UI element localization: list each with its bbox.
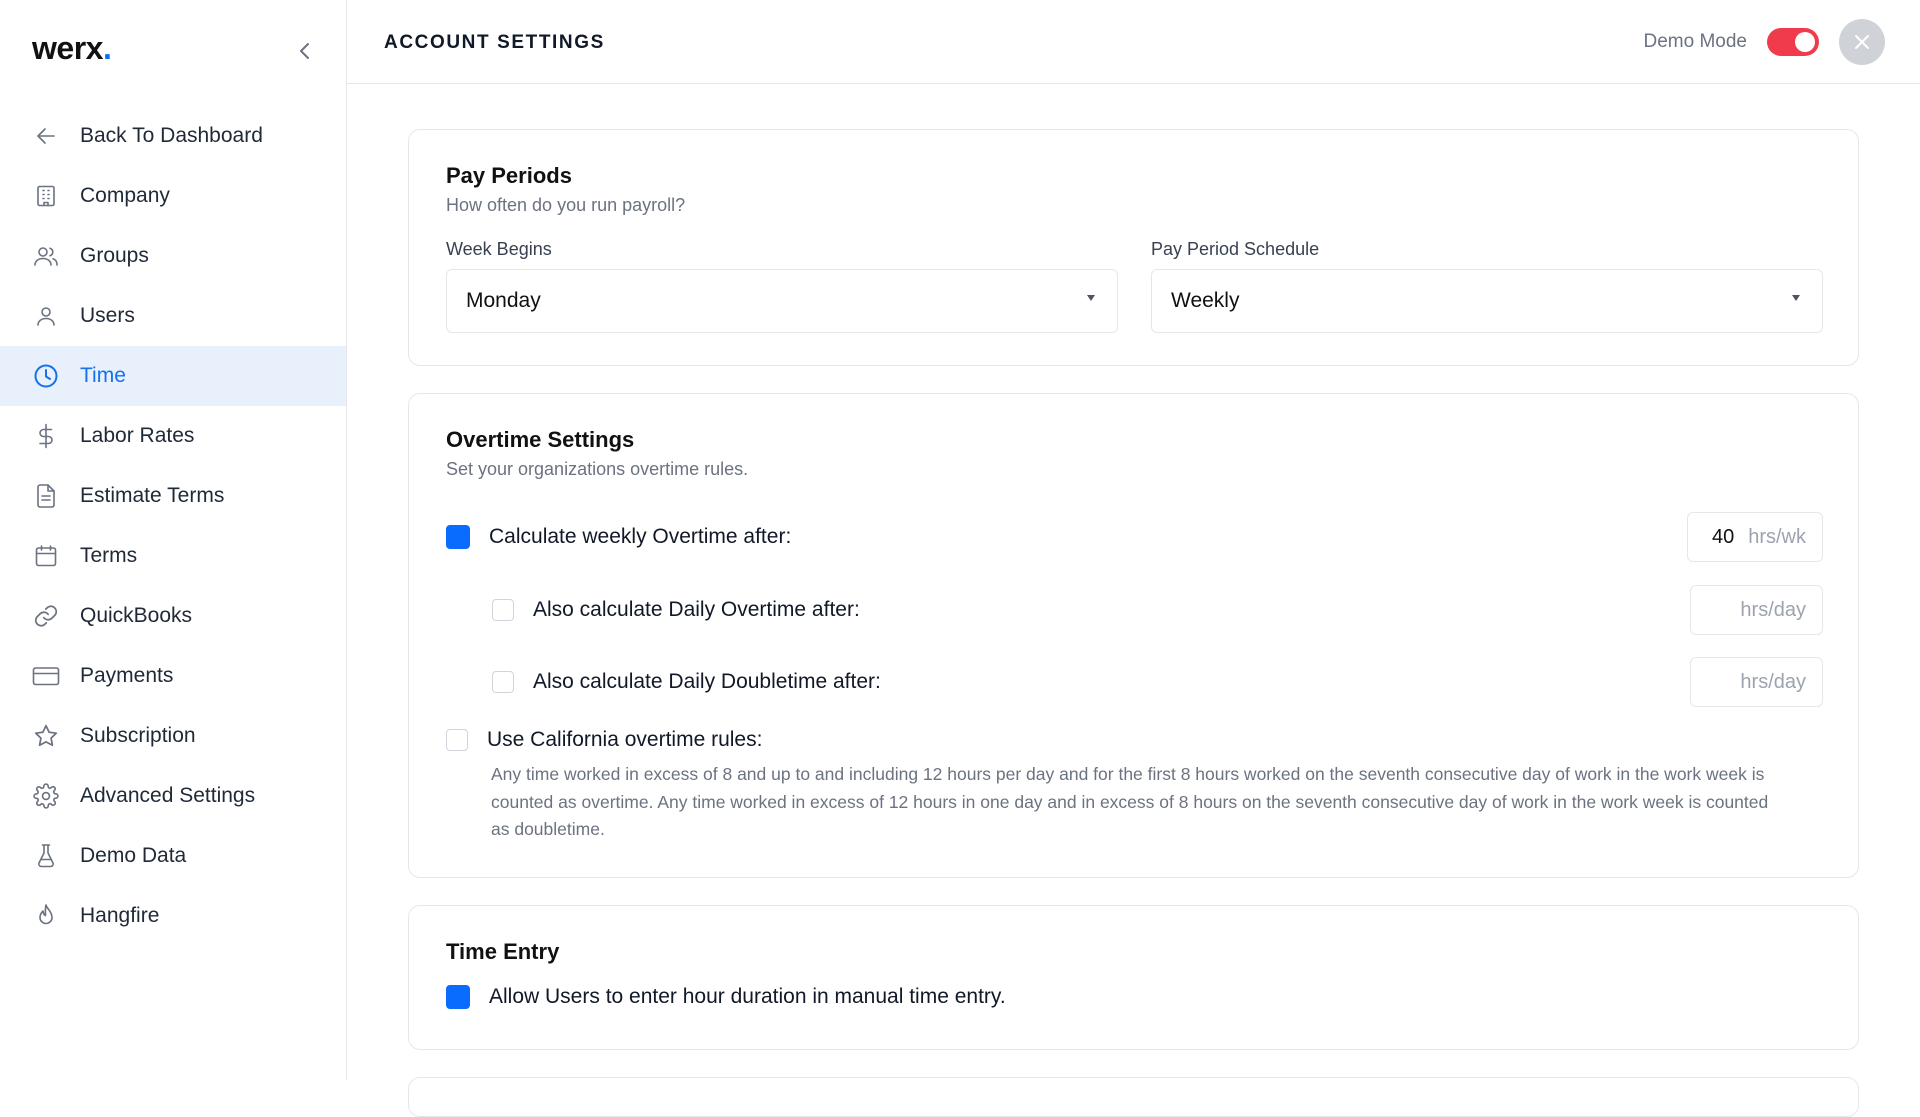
sidebar-item-demo-data[interactable]: Demo Data (0, 826, 346, 886)
sidebar-item-terms[interactable]: Terms (0, 526, 346, 586)
overtime-settings-card: Overtime Settings Set your organizations… (408, 393, 1859, 878)
sidebar-item-estimate-terms[interactable]: Estimate Terms (0, 466, 346, 526)
sidebar-item-label: Terms (80, 544, 138, 567)
sidebar-item-label: Company (80, 184, 170, 207)
weekly-overtime-label: Calculate weekly Overtime after: (489, 525, 792, 548)
california-overtime-row: Use California overtime rules: (446, 728, 762, 752)
overtime-subtitle: Set your organizations overtime rules. (446, 459, 749, 479)
sidebar-item-time[interactable]: Time (0, 346, 346, 406)
clock-icon (32, 362, 60, 390)
weekly-overtime-hours-input[interactable]: 40 hrs/wk (1687, 512, 1823, 562)
arrow-left-icon (32, 122, 60, 150)
california-overtime-checkbox[interactable] (446, 729, 468, 751)
daily-overtime-checkbox[interactable] (492, 599, 514, 621)
time-entry-card: Time Entry Allow Users to enter hour dur… (408, 905, 1859, 1050)
sidebar-item-back-to-dashboard[interactable]: Back To Dashboard (0, 106, 346, 166)
sidebar-item-label: Back To Dashboard (80, 124, 263, 147)
daily-overtime-row: Also calculate Daily Overtime after: (492, 598, 860, 622)
week-begins-value: Monday (466, 289, 541, 312)
sidebar-item-label: Labor Rates (80, 424, 195, 447)
daily-overtime-label: Also calculate Daily Overtime after: (533, 598, 860, 621)
logo[interactable]: werx. (32, 30, 112, 66)
california-overtime-description: Any time worked in excess of 8 and up to… (491, 764, 1769, 839)
sidebar-item-company[interactable]: Company (0, 166, 346, 226)
sidebar: werx. Back To Dashboard Company Groups U… (0, 0, 347, 1080)
time-entry-title: Time Entry (446, 939, 560, 964)
credit-card-icon (32, 662, 60, 690)
sidebar-item-quickbooks[interactable]: QuickBooks (0, 586, 346, 646)
sidebar-item-label: Advanced Settings (80, 784, 256, 807)
week-begins-select[interactable]: Monday (446, 269, 1118, 333)
logo-row: werx. (32, 30, 322, 72)
sidebar-item-payments[interactable]: Payments (0, 646, 346, 706)
flask-icon (32, 842, 60, 870)
daily-doubletime-hours-input[interactable]: hrs/day (1690, 657, 1823, 707)
hour-duration-checkbox[interactable] (446, 985, 470, 1009)
daily-overtime-hours-input[interactable]: hrs/day (1690, 585, 1823, 635)
sidebar-item-subscription[interactable]: Subscription (0, 706, 346, 766)
sidebar-item-labor-rates[interactable]: Labor Rates (0, 406, 346, 466)
top-header: ACCOUNT SETTINGS Demo Mode (347, 0, 1920, 84)
sidebar-item-label: Subscription (80, 724, 196, 747)
dollar-icon (32, 422, 60, 450)
gear-icon (32, 782, 60, 810)
california-overtime-label: Use California overtime rules: (487, 728, 763, 751)
building-icon (32, 182, 60, 210)
document-icon (32, 482, 60, 510)
users-icon (32, 242, 60, 270)
weekly-overtime-hours-value: 40 (1711, 525, 1735, 548)
sidebar-item-label: Payments (80, 664, 174, 687)
daily-overtime-unit: hrs/day (1740, 598, 1806, 621)
weekly-overtime-row: Calculate weekly Overtime after: (446, 525, 791, 549)
hour-duration-label: Allow Users to enter hour duration in ma… (489, 985, 1006, 1008)
overtime-title: Overtime Settings (446, 427, 635, 452)
pay-periods-subtitle: How often do you run payroll? (446, 195, 686, 215)
link-icon (32, 602, 60, 630)
flame-icon (32, 902, 60, 930)
pay-period-schedule-label: Pay Period Schedule (1151, 239, 1320, 259)
calendar-icon (32, 542, 60, 570)
user-icon (32, 302, 60, 330)
collapse-sidebar-button[interactable] (288, 34, 322, 68)
sidebar-item-label: Estimate Terms (80, 484, 225, 507)
next-card-edge (408, 1077, 1859, 1117)
close-icon (1855, 35, 1869, 49)
chevron-down-icon (1792, 295, 1800, 301)
toggle-knob (1795, 32, 1815, 52)
daily-doubletime-label: Also calculate Daily Doubletime after: (533, 670, 881, 693)
chevron-down-icon (1087, 295, 1095, 301)
close-button[interactable] (1839, 19, 1885, 65)
hour-duration-row: Allow Users to enter hour duration in ma… (446, 985, 1006, 1009)
pay-periods-card: Pay Periods How often do you run payroll… (408, 129, 1859, 366)
sidebar-item-label: Users (80, 304, 135, 327)
sidebar-item-label: Groups (80, 244, 149, 267)
sidebar-nav: Back To Dashboard Company Groups Users T… (0, 106, 346, 946)
demo-mode-toggle[interactable] (1767, 28, 1819, 56)
weekly-overtime-unit: hrs/wk (1748, 525, 1806, 548)
pay-period-schedule-value: Weekly (1171, 289, 1240, 312)
sidebar-item-groups[interactable]: Groups (0, 226, 346, 286)
daily-doubletime-checkbox[interactable] (492, 671, 514, 693)
pay-periods-title: Pay Periods (446, 163, 572, 188)
pay-period-schedule-select[interactable]: Weekly (1151, 269, 1823, 333)
chevron-left-icon (300, 43, 309, 59)
star-icon (32, 722, 60, 750)
demo-mode-label: Demo Mode (1643, 31, 1748, 52)
daily-doubletime-row: Also calculate Daily Doubletime after: (492, 670, 881, 694)
daily-doubletime-unit: hrs/day (1740, 670, 1806, 693)
week-begins-label: Week Begins (446, 239, 552, 259)
sidebar-item-label: Time (80, 364, 126, 387)
sidebar-item-label: Hangfire (80, 904, 160, 927)
sidebar-item-hangfire[interactable]: Hangfire (0, 886, 346, 946)
sidebar-item-label: QuickBooks (80, 604, 193, 627)
page-title: ACCOUNT SETTINGS (384, 32, 605, 53)
sidebar-item-label: Demo Data (80, 844, 187, 867)
weekly-overtime-checkbox[interactable] (446, 525, 470, 549)
sidebar-item-users[interactable]: Users (0, 286, 346, 346)
sidebar-item-advanced-settings[interactable]: Advanced Settings (0, 766, 346, 826)
